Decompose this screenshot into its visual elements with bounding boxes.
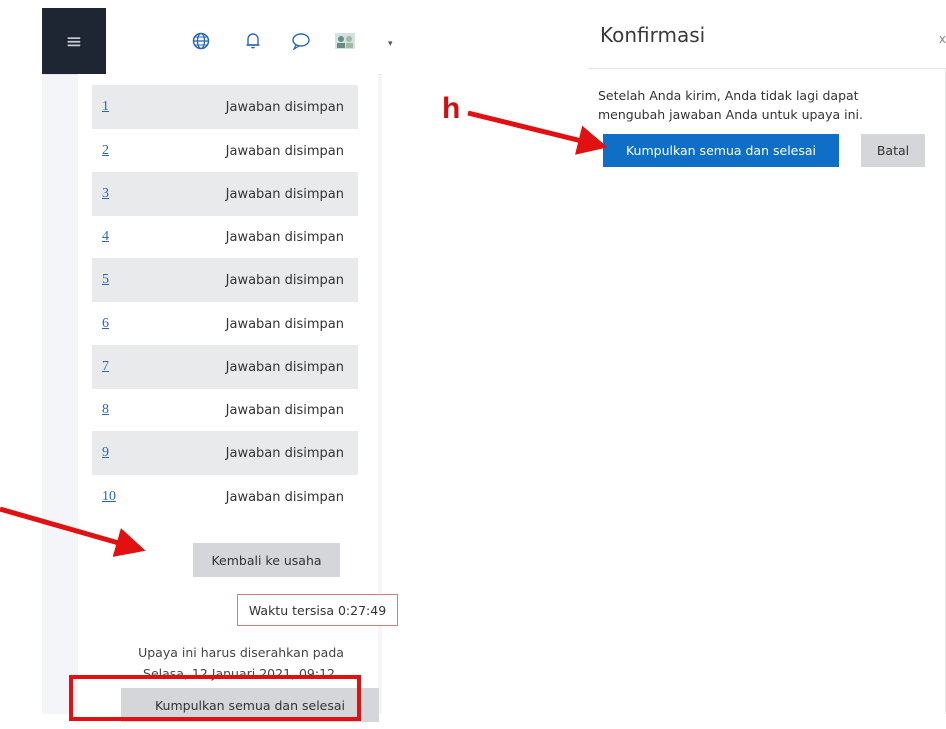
hamburger-menu-button[interactable]: ≡: [42, 8, 106, 74]
due-line-1: Upaya ini harus diserahkan pada: [138, 645, 344, 660]
step-label: h: [442, 92, 461, 125]
question-status: Jawaban disimpan: [225, 402, 344, 418]
confirm-submit-button[interactable]: Kumpulkan semua dan selesai: [603, 134, 839, 167]
question-status: Jawaban disimpan: [225, 229, 344, 245]
question-status: Jawaban disimpan: [225, 272, 344, 288]
close-icon[interactable]: x: [939, 32, 946, 46]
user-avatar-icon[interactable]: [334, 30, 356, 52]
dialog-header: Konfirmasi x: [588, 8, 946, 69]
question-status: Jawaban disimpan: [225, 186, 344, 202]
question-link[interactable]: 7: [102, 359, 109, 375]
question-link[interactable]: 5: [102, 272, 109, 288]
question-link[interactable]: 8: [102, 402, 109, 418]
question-link[interactable]: 3: [102, 186, 109, 202]
question-row: 1 Jawaban disimpan: [92, 85, 358, 129]
question-row: 6 Jawaban disimpan: [92, 302, 358, 346]
return-to-attempt-button[interactable]: Kembali ke usaha: [193, 543, 340, 577]
dialog-title: Konfirmasi: [600, 23, 706, 47]
question-row: 5 Jawaban disimpan: [92, 258, 358, 302]
chevron-down-icon[interactable]: ▾: [388, 39, 393, 49]
question-status: Jawaban disimpan: [225, 359, 344, 375]
question-row: 4 Jawaban disimpan: [92, 215, 358, 259]
dialog-message: Setelah Anda kirim, Anda tidak lagi dapa…: [598, 86, 918, 124]
message-line-1: Setelah Anda kirim, Anda tidak lagi dapa…: [598, 88, 859, 103]
question-link[interactable]: 1: [102, 99, 109, 115]
question-row: 2 Jawaban disimpan: [92, 129, 358, 173]
quiz-summary: 1 Jawaban disimpan 2 Jawaban disimpan 3 …: [78, 74, 398, 722]
confirmation-dialog: Konfirmasi x Setelah Anda kirim, Anda ti…: [588, 8, 946, 714]
question-row: 9 Jawaban disimpan: [92, 431, 358, 475]
question-status: Jawaban disimpan: [225, 489, 344, 505]
question-row: 7 Jawaban disimpan: [92, 345, 358, 389]
menu-icon: ≡: [65, 29, 83, 53]
question-link[interactable]: 4: [102, 229, 109, 245]
question-link[interactable]: 10: [102, 489, 116, 505]
question-link[interactable]: 2: [102, 143, 109, 159]
question-link[interactable]: 9: [102, 445, 109, 461]
question-row: 8 Jawaban disimpan: [92, 388, 358, 432]
top-navbar: ≡ ▾: [42, 8, 393, 75]
question-row: 3 Jawaban disimpan: [92, 172, 358, 216]
question-status: Jawaban disimpan: [225, 99, 344, 115]
cancel-button[interactable]: Batal: [861, 134, 925, 167]
message-line-2: mengubah jawaban Anda untuk upaya ini.: [598, 107, 863, 122]
bell-icon[interactable]: [242, 30, 264, 52]
chat-icon[interactable]: [290, 30, 312, 52]
quiz-navigation-panel: ≡ ▾ 1 Jawaban disimpan 2 Jawaban disimpa…: [42, 8, 398, 722]
time-remaining: Waktu tersisa 0:27:49: [237, 594, 398, 626]
question-status: Jawaban disimpan: [225, 316, 344, 332]
question-row: 10 Jawaban disimpan: [92, 475, 358, 519]
question-link[interactable]: 6: [102, 316, 109, 332]
highlight-box: [69, 675, 361, 721]
question-status: Jawaban disimpan: [225, 445, 344, 461]
arrow-to-confirm: [467, 110, 608, 155]
globe-icon[interactable]: [190, 30, 212, 52]
question-status: Jawaban disimpan: [225, 143, 344, 159]
